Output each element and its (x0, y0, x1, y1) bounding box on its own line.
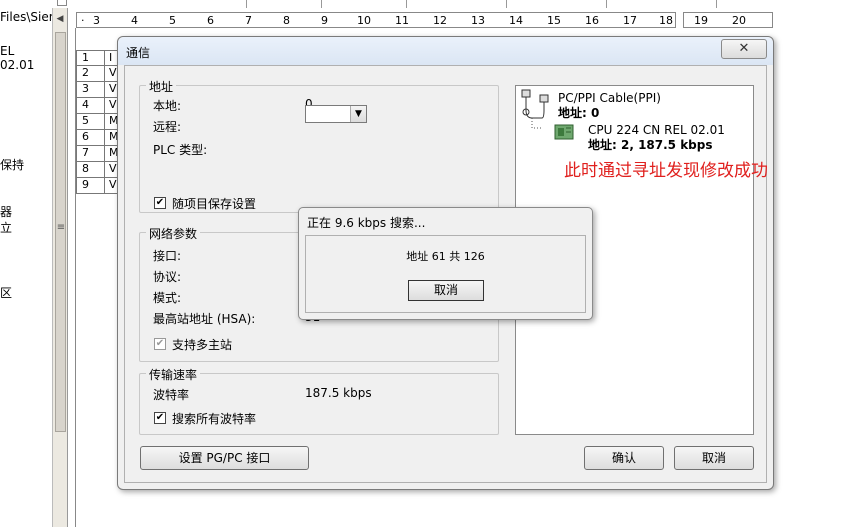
hsa-label: 最高站地址 (HSA): (153, 312, 256, 326)
project-tree-panel: Files\Siem EL 02.01 保持 器 立 区 (0, 0, 60, 527)
address-group: 地址 本地: 0 远程: ▼ PLC 类型: ✔ 随项目保存设置 (139, 78, 499, 213)
row-number: 1 (77, 51, 105, 65)
row-number: 9 (77, 178, 105, 193)
row-number: 5 (77, 114, 105, 129)
save-with-project-checkbox[interactable]: ✔ (154, 197, 166, 209)
ruler-number: 17 (623, 14, 637, 27)
transfer-rate-group: 传输速率 波特率 187.5 kbps ✔ 搜索所有波特率 (139, 366, 499, 435)
row-cell: V (109, 82, 117, 95)
table-row[interactable]: 7M (76, 146, 120, 162)
row-cell: V (109, 178, 117, 191)
table-row[interactable]: 9V (76, 178, 120, 194)
interface-label: 接口: (153, 249, 182, 263)
cable-label[interactable]: PC/PPI Cable(PPI) (558, 91, 661, 105)
ruler-number: 3 (93, 14, 100, 27)
table-row[interactable]: 4V (76, 98, 120, 114)
search-all-baud-checkbox[interactable]: ✔ (154, 412, 166, 424)
ok-button[interactable]: 确认 (584, 446, 664, 470)
search-progress-title: 正在 9.6 kbps 搜索... (307, 216, 426, 230)
row-number: 7 (77, 146, 105, 161)
row-cell: I (109, 51, 113, 64)
dialog-title: 通信 (126, 46, 151, 60)
ruler-number: 12 (433, 14, 447, 27)
cancel-button[interactable]: 取消 (674, 446, 754, 470)
address-group-legend: 地址 (146, 78, 177, 95)
search-progress-message: 地址 61 共 126 (406, 250, 485, 263)
search-all-baud-label: 搜索所有波特率 (172, 412, 257, 426)
mode-label: 模式: (153, 291, 182, 305)
row-number: 8 (77, 162, 105, 177)
ruler-number: 14 (509, 14, 523, 27)
local-address-label: 本地: (153, 99, 182, 113)
vertical-scrollbar[interactable]: ◀ ≡ (52, 8, 68, 527)
save-with-project-label: 随项目保存设置 (172, 197, 257, 211)
remote-address-select[interactable]: ▼ (305, 105, 367, 123)
ruler-number: 16 (585, 14, 599, 27)
column-ruler: · 3 4 5 6 7 8 9 10 11 12 13 14 15 16 17 … (76, 12, 676, 28)
table-row[interactable]: 8V (76, 162, 120, 178)
side-label: 保持 (0, 158, 25, 172)
ruler-number: 18 (659, 14, 673, 27)
scroll-up-icon[interactable]: ◀ (53, 14, 67, 26)
cpu-icon (554, 124, 574, 140)
ruler-number: 4 (131, 14, 138, 27)
ruler-number: 8 (283, 14, 290, 27)
table-row[interactable]: 1I (76, 50, 120, 66)
multi-master-label: 支持多主站 (172, 338, 233, 352)
cpu-address: 地址: 2, 187.5 kbps (588, 138, 713, 152)
table-row[interactable]: 3V (76, 82, 120, 98)
search-progress-dialog: 正在 9.6 kbps 搜索... 地址 61 共 126 取消 (298, 207, 593, 320)
row-number: 2 (77, 66, 105, 81)
ruler-number: 5 (169, 14, 176, 27)
ruler-number: 11 (395, 14, 409, 27)
baud-rate-label: 波特率 (153, 388, 190, 402)
search-cancel-button[interactable]: 取消 (408, 280, 484, 301)
cable-icon (521, 89, 549, 129)
side-label: EL 02.01 (0, 44, 35, 72)
close-icon[interactable]: ✕ (721, 39, 767, 59)
network-params-legend: 网络参数 (146, 225, 201, 242)
ruler-number: 19 (694, 14, 708, 27)
ruler-number: 15 (547, 14, 561, 27)
grip-icon: ≡ (56, 222, 66, 233)
dialog-titlebar[interactable]: 通信 ✕ (118, 37, 773, 65)
row-number: 4 (77, 98, 105, 113)
row-cell: V (109, 98, 117, 111)
table-row[interactable]: 2V (76, 66, 120, 82)
multi-master-checkbox[interactable]: ✔ (154, 338, 166, 350)
row-cell: V (109, 162, 117, 175)
chevron-down-icon[interactable]: ▼ (350, 106, 366, 122)
ruler-number: 7 (245, 14, 252, 27)
baud-rate-value: 187.5 kbps (305, 386, 372, 400)
column-ruler-right: 19 20 (683, 12, 773, 28)
row-number: 3 (77, 82, 105, 97)
ruler-number: 9 (321, 14, 328, 27)
cable-address: 地址: 0 (558, 106, 600, 120)
ruler-number: 6 (207, 14, 214, 27)
ruler-top-ticks (76, 0, 851, 8)
ruler-number: 13 (471, 14, 485, 27)
side-label: 器 (0, 205, 13, 219)
remote-address-label: 远程: (153, 120, 182, 134)
panel-top-tab (57, 0, 67, 6)
table-row[interactable]: 5M (76, 114, 120, 130)
search-progress-body: 地址 61 共 126 取消 (305, 235, 586, 313)
ruler-number: 10 (357, 14, 371, 27)
transfer-rate-legend: 传输速率 (146, 366, 201, 383)
side-label: 区 (0, 286, 13, 300)
row-number: 6 (77, 130, 105, 145)
side-label: 立 (0, 221, 13, 235)
setup-pgpc-interface-button[interactable]: 设置 PG/PC 接口 (140, 446, 309, 470)
ruler-number: 20 (732, 14, 746, 27)
table-row[interactable]: 6M (76, 130, 120, 146)
annotation-text: 此时通过寻址发现修改成功 (564, 161, 768, 181)
plc-type-label: PLC 类型: (153, 143, 208, 157)
symbol-table: 1I 2V 3V 4V 5M 6M 7M 8V 9V (76, 50, 120, 194)
cpu-label[interactable]: CPU 224 CN REL 02.01 (588, 123, 725, 137)
protocol-label: 协议: (153, 270, 182, 284)
row-cell: V (109, 66, 117, 79)
